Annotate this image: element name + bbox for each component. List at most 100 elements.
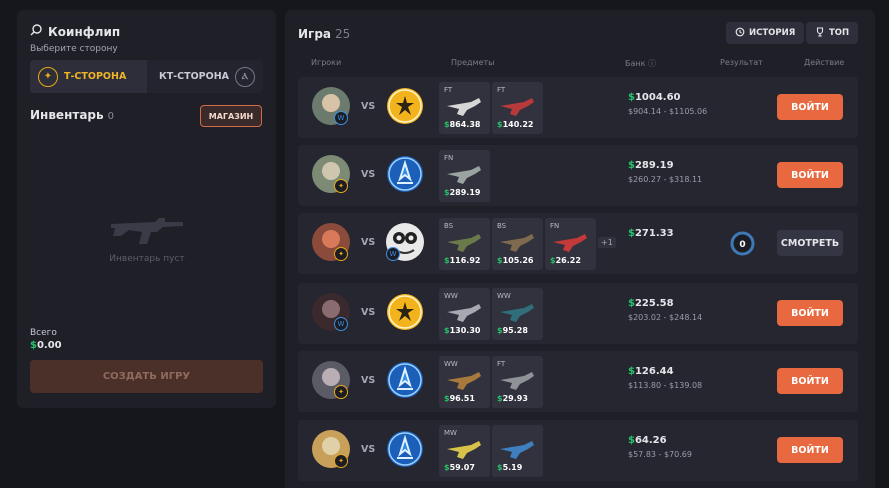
bank-value: $289.19 (628, 160, 674, 171)
item-quality: BS (497, 222, 507, 230)
bank-amount: 126.44 (634, 366, 674, 377)
vs-label: VS (361, 169, 376, 180)
vs-label: VS (361, 444, 376, 455)
item-price: $96.51 (444, 394, 475, 403)
item-quality: FT (497, 86, 506, 94)
ct-side-icon: Ⲁ (235, 66, 255, 87)
t-side-icon (386, 87, 424, 125)
side-t-label: Т-СТОРОНА (64, 71, 127, 82)
item-price: $95.28 (497, 326, 528, 335)
item-card[interactable]: $5.19 (492, 425, 543, 477)
item-card[interactable]: WW $130.30 (439, 288, 490, 340)
item-price-amount: 26.22 (555, 256, 581, 265)
item-price-amount: 5.19 (502, 463, 523, 472)
watch-button[interactable]: СМОТРЕТЬ (777, 230, 843, 256)
join-button[interactable]: ВОЙТИ (777, 94, 843, 120)
create-game-button[interactable]: СОЗДАТЬ ИГРУ (30, 360, 263, 393)
item-card[interactable]: FT $29.93 (492, 356, 543, 408)
t-side-icon (386, 293, 424, 331)
item-card[interactable]: FN $289.19 (439, 150, 490, 202)
total-label: Всего (30, 328, 57, 338)
vs-label: VS (361, 237, 376, 248)
bank-currency: $ (628, 298, 635, 309)
item-card[interactable]: FT $864.38 (439, 82, 490, 134)
item-price: $140.22 (497, 120, 533, 129)
shop-button[interactable]: МАГАЗИН (200, 105, 262, 127)
weapon-icon (447, 304, 481, 322)
item-price: $864.38 (444, 120, 480, 129)
bank-value: $271.33 (628, 228, 674, 239)
weapon-icon (553, 234, 587, 252)
top-button[interactable]: ТОП (806, 22, 859, 44)
games-title: Игра 25 (298, 27, 350, 41)
weapon-icon (500, 441, 534, 459)
ct-side-icon: W (386, 247, 400, 261)
join-button[interactable]: ВОЙТИ (777, 368, 843, 394)
item-price: $116.92 (444, 256, 480, 265)
game-row: ✦ VS W BS $116.92 BS $105.26 FN $26.22 +1 $… (298, 213, 858, 274)
games-count: 25 (335, 27, 351, 41)
item-card[interactable]: MW $59.07 (439, 425, 490, 477)
ct-side-icon (386, 155, 424, 193)
bank-amount: 289.19 (634, 160, 674, 171)
total-currency: $ (30, 340, 37, 351)
game-row: W VS FT $864.38 FT $140.22 $1004.60 $904.1… (298, 77, 858, 138)
total-amount: 0.00 (36, 340, 62, 351)
bank-range: $203.02 - $248.14 (628, 313, 703, 322)
t-side-icon: ✦ (334, 247, 348, 261)
weapon-icon (500, 304, 534, 322)
join-button[interactable]: ВОЙТИ (777, 162, 843, 188)
weapon-icon (447, 234, 481, 252)
bank-value: $1004.60 (628, 92, 681, 103)
item-quality: FT (497, 360, 506, 368)
join-button[interactable]: ВОЙТИ (777, 437, 843, 463)
item-card[interactable]: BS $116.92 (439, 218, 490, 270)
history-button[interactable]: ИСТОРИЯ (726, 22, 805, 44)
inventory-title-text: Инвентарь (30, 108, 104, 122)
item-price: $289.19 (444, 188, 480, 197)
items-list: WW $96.51 FT $29.93 (439, 356, 543, 408)
col-bank-text: Банк (625, 59, 646, 68)
side-ct-button[interactable]: КТ-СТОРОНА Ⲁ (147, 60, 264, 93)
weapon-icon (500, 234, 534, 252)
weapon-icon (447, 441, 481, 459)
bank-amount: 271.33 (634, 228, 674, 239)
item-card[interactable]: WW $95.28 (492, 288, 543, 340)
rifle-icon (111, 218, 183, 244)
item-price-amount: 96.51 (449, 394, 475, 403)
total-value: $0.00 (30, 340, 62, 351)
coinflip-icon (30, 24, 42, 39)
side-t-button[interactable]: ✦ Т-СТОРОНА (30, 60, 147, 93)
items-list: BS $116.92 BS $105.26 FN $26.22 (439, 218, 596, 270)
item-quality: BS (444, 222, 454, 230)
item-price: $26.22 (550, 256, 581, 265)
bank-amount: 225.58 (634, 298, 674, 309)
item-card[interactable]: WW $96.51 (439, 356, 490, 408)
item-quality: WW (444, 292, 458, 300)
item-card[interactable]: FN $26.22 (545, 218, 596, 270)
item-price-amount: 95.28 (502, 326, 528, 335)
bank-amount: 1004.60 (634, 92, 681, 103)
bank-value: $225.58 (628, 298, 674, 309)
game-row: W VS WW $130.30 WW $95.28 $225.58 $203.02 … (298, 283, 858, 344)
ct-side-icon: W (334, 111, 348, 125)
game-row: ✦ VS FN $289.19 $289.19 $260.27 - $318.11 В… (298, 145, 858, 206)
choose-side-label: Выберите сторону (30, 44, 118, 54)
bank-currency: $ (628, 366, 635, 377)
game-row: ✦ VS WW $96.51 FT $29.93 $126.44 $113.80 -… (298, 351, 858, 412)
item-quality: WW (497, 292, 511, 300)
ct-side-icon (386, 361, 424, 399)
item-card[interactable]: FT $140.22 (492, 82, 543, 134)
more-items-count[interactable]: +1 (598, 237, 616, 248)
games-panel: Игра 25 ИСТОРИЯ ТОП Игроки Предметы Банк … (285, 10, 875, 488)
trophy-icon (815, 26, 825, 40)
item-card[interactable]: BS $105.26 (492, 218, 543, 270)
inventory-count: 0 (107, 111, 114, 122)
join-button[interactable]: ВОЙТИ (777, 300, 843, 326)
weapon-icon (500, 372, 534, 390)
top-label: ТОП (829, 28, 850, 38)
vs-label: VS (361, 307, 376, 318)
weapon-icon (447, 98, 481, 116)
weapon-icon (447, 372, 481, 390)
bank-currency: $ (628, 160, 635, 171)
